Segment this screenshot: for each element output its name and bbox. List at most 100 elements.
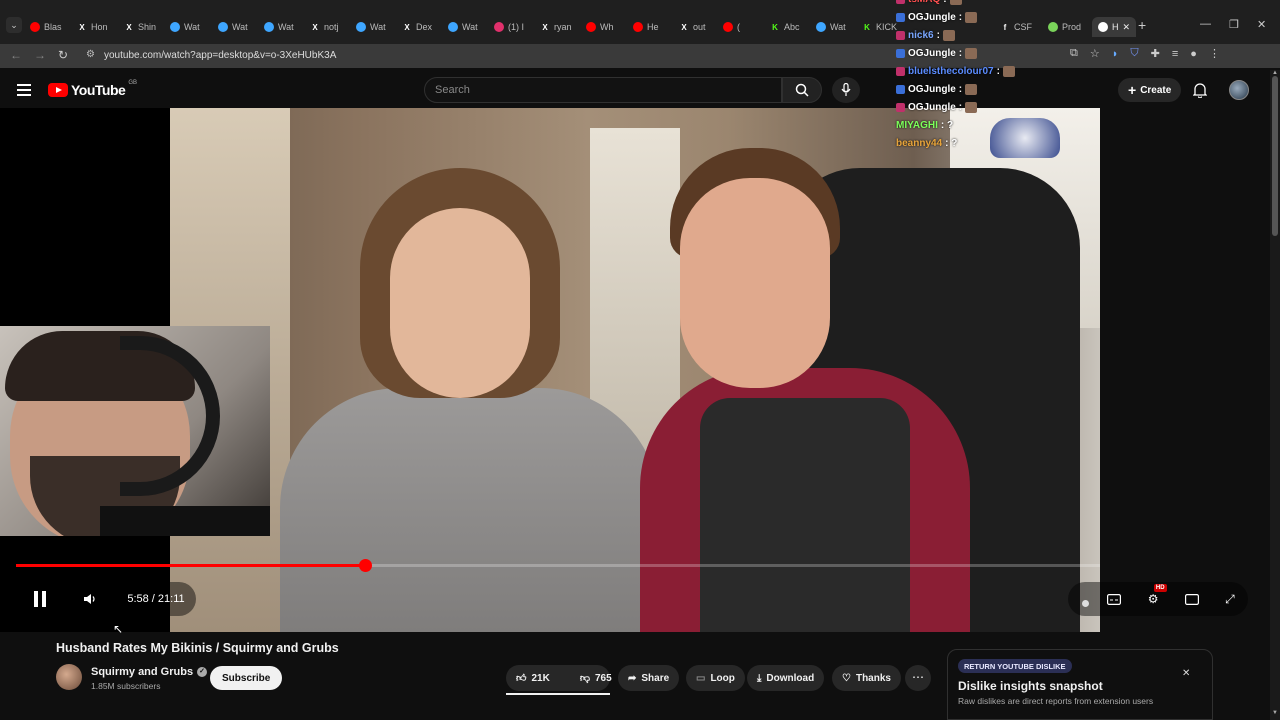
close-icon[interactable]: ✕	[1182, 668, 1190, 679]
browser-tab[interactable]: X Hon	[77, 17, 108, 37]
browser-tab[interactable]: f CSF	[1000, 17, 1032, 37]
chat-username[interactable]: MIYAGHI	[896, 120, 938, 131]
download-button[interactable]: ⤓ Download	[747, 665, 825, 691]
new-tab-button[interactable]: +	[1138, 17, 1146, 33]
scroll-down-icon[interactable]: ▼	[1270, 710, 1280, 716]
loop-icon: ▭	[696, 672, 706, 684]
browser-tab[interactable]: H ✕	[1092, 17, 1137, 37]
extension-shield-icon[interactable]: ⛉	[1130, 47, 1138, 60]
headset-icon	[120, 336, 220, 496]
browser-tab[interactable]: He	[633, 17, 659, 37]
browser-tab[interactable]: (1) I	[494, 17, 524, 37]
notifications-button[interactable]	[1193, 82, 1207, 98]
browser-tab-label: Wh	[600, 22, 614, 32]
chat-emote-icon	[965, 102, 978, 113]
theater-mode-icon[interactable]	[1184, 593, 1199, 605]
dislike-panel-title: Dislike insights snapshot	[958, 679, 1103, 693]
watch-icon	[218, 22, 228, 32]
media-icon[interactable]: ≡	[1172, 48, 1178, 60]
pause-button[interactable]	[20, 582, 60, 616]
hamburger-menu-icon[interactable]	[17, 84, 31, 99]
back-button[interactable]: ←	[10, 48, 22, 62]
like-button[interactable]: 👍︎ 21K	[506, 665, 560, 691]
browser-tab[interactable]: (	[723, 17, 740, 37]
scrollbar-thumb[interactable]	[1272, 76, 1278, 236]
volume-button[interactable]	[74, 582, 106, 616]
forward-button[interactable]: →	[34, 48, 46, 62]
chat-badge-icon	[896, 0, 905, 4]
channel-avatar[interactable]	[56, 664, 82, 690]
browser-tab[interactable]: Wat	[356, 17, 386, 37]
site-info-icon[interactable]: ⚙	[86, 49, 95, 60]
subscribe-button[interactable]: Subscribe	[210, 666, 283, 690]
browser-tab[interactable]: Wat	[170, 17, 200, 37]
settings-gear-icon[interactable]: ⚙ HD	[1148, 584, 1167, 606]
voice-search-button[interactable]	[832, 77, 860, 103]
progress-scrubber[interactable]	[359, 559, 372, 572]
region-code: GB	[128, 80, 137, 86]
chat-username[interactable]: beanny44	[896, 138, 942, 149]
browser-tab-label: (	[737, 22, 740, 32]
profile-icon[interactable]: ●	[1190, 48, 1197, 60]
extension-audio-icon[interactable]: ◗	[1112, 48, 1119, 60]
search-input[interactable]	[425, 78, 781, 102]
tab-search-button[interactable]: ⌄	[6, 17, 22, 33]
browser-tab[interactable]: Wat	[448, 17, 478, 37]
browser-menu-icon[interactable]: ⋮	[1209, 47, 1220, 60]
mouse-cursor-icon: ↖	[113, 622, 124, 636]
chat-username[interactable]: OGJungle	[908, 84, 956, 95]
browser-tab[interactable]: Prod	[1048, 17, 1081, 37]
chat-username[interactable]: OGJungle	[908, 12, 956, 23]
dislike-count: 765	[594, 672, 612, 684]
chat-username[interactable]: OGJungle	[908, 48, 956, 59]
youtube-icon	[633, 22, 643, 32]
thanks-button[interactable]: ♡ Thanks	[832, 665, 901, 691]
more-actions-button[interactable]: ⋯	[905, 665, 931, 691]
channel-name-text: Squirmy and Grubs	[91, 666, 194, 678]
minimize-button[interactable]: —	[1200, 18, 1211, 30]
url-text[interactable]: youtube.com/watch?app=desktop&v=o-3XeHUb…	[104, 50, 336, 61]
browser-tab[interactable]: Blas	[30, 17, 62, 37]
browser-tab-label: Hon	[91, 22, 108, 32]
create-button[interactable]: + Create	[1118, 78, 1182, 102]
x-icon: X	[312, 22, 318, 32]
browser-tab[interactable]: Xnotj	[310, 17, 338, 37]
browser-tab[interactable]: Wat	[218, 17, 248, 37]
bookmark-star-icon[interactable]: ☆	[1090, 47, 1100, 60]
browser-tab[interactable]: Xout	[679, 17, 705, 37]
account-avatar[interactable]	[1229, 80, 1249, 100]
browser-tab[interactable]: K KICK	[862, 17, 897, 37]
chat-text: :	[958, 12, 963, 23]
chat-username[interactable]: bluelsthecolour07	[908, 66, 994, 77]
restore-button[interactable]: ❐	[1229, 18, 1239, 31]
chat-username[interactable]: tsMAQ	[908, 0, 940, 5]
chat-username[interactable]: nick6	[908, 30, 934, 41]
subtitles-icon[interactable]	[1107, 593, 1122, 605]
share-button[interactable]: ➦ Share	[618, 665, 680, 691]
kick-icon: K	[772, 22, 778, 32]
browser-tab[interactable]: K Abc	[770, 17, 799, 37]
browser-tab[interactable]: X Shin	[124, 17, 156, 37]
close-window-button[interactable]: ✕	[1257, 18, 1266, 31]
channel-name[interactable]: Squirmy and Grubs ✓	[91, 666, 208, 678]
fullscreen-icon[interactable]: ⤢	[1225, 592, 1235, 607]
reload-button[interactable]: ↻	[58, 48, 68, 62]
browser-tab[interactable]: Wh	[586, 17, 614, 37]
dislike-button[interactable]: 👎︎ 765	[570, 665, 622, 691]
microphone-icon	[841, 83, 851, 96]
browser-tab[interactable]: Wat	[264, 17, 294, 37]
video-player[interactable]: ⟆	[0, 108, 1100, 632]
browser-tab[interactable]: X Dex	[402, 17, 432, 37]
progress-bar[interactable]	[16, 559, 1100, 572]
chat-username[interactable]: OGJungle	[908, 102, 956, 113]
close-tab-icon[interactable]: ✕	[1123, 22, 1131, 33]
install-app-icon[interactable]: ⧉	[1070, 47, 1078, 60]
chat-message: OGJungle:	[896, 12, 978, 23]
browser-tab[interactable]: Wat	[816, 17, 846, 37]
extensions-puzzle-icon[interactable]: ✚	[1151, 47, 1160, 60]
page-scrollbar[interactable]: ▲ ▼	[1270, 70, 1280, 720]
browser-tab[interactable]: Xryan	[540, 17, 571, 37]
loop-button[interactable]: ▭ Loop	[686, 665, 745, 691]
youtube-logo[interactable]: YouTube GB	[48, 80, 137, 98]
search-button[interactable]	[782, 77, 822, 103]
